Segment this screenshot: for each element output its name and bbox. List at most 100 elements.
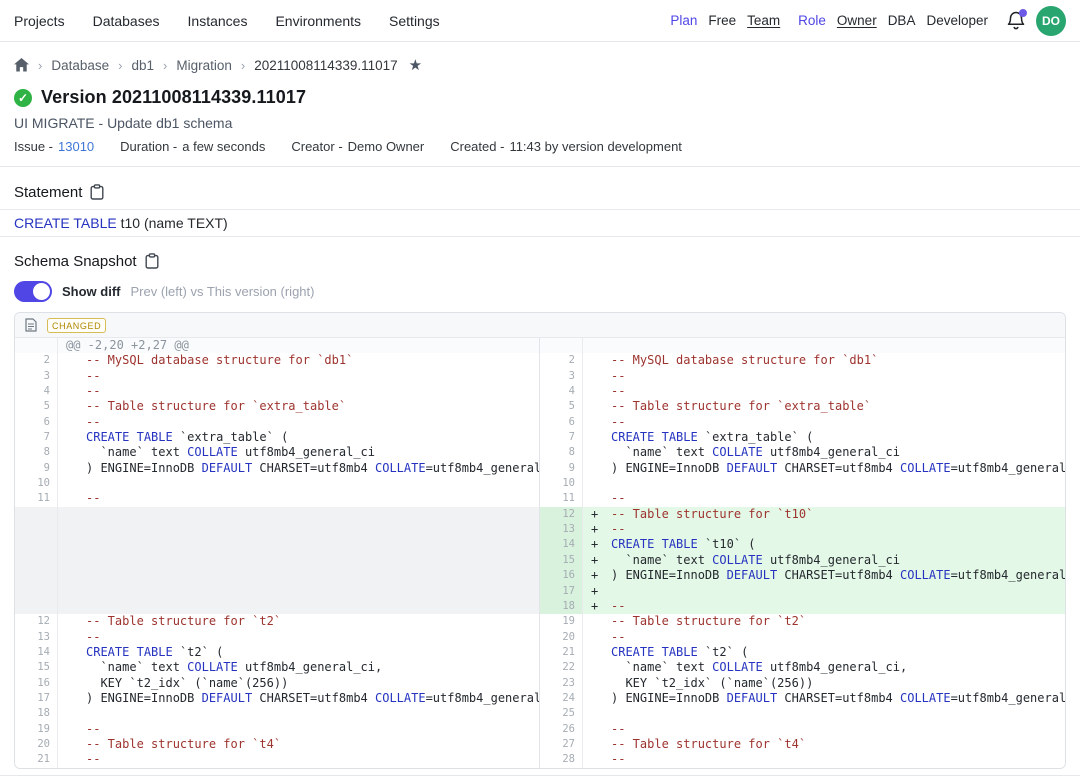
- line-number: 28: [540, 752, 583, 767]
- code-line: ) ENGINE=InnoDB DEFAULT CHARSET=utf8mb4 …: [58, 461, 539, 476]
- code-line: --: [58, 752, 539, 767]
- code-line: [58, 476, 539, 491]
- code-line: --: [583, 752, 1065, 767]
- notifications-button[interactable]: [1006, 10, 1026, 32]
- line-number: [15, 584, 58, 599]
- diff-row: 11 --11 --: [15, 491, 1065, 506]
- migration-subtitle: UI MIGRATE - Update db1 schema: [14, 115, 1066, 131]
- line-number: [15, 553, 58, 568]
- changed-status-badge: CHANGED: [47, 318, 106, 333]
- line-number: [15, 537, 58, 552]
- code-line: ) ENGINE=InnoDB DEFAULT CHARSET=utf8mb4 …: [583, 691, 1065, 706]
- line-number: 23: [540, 676, 583, 691]
- nav-projects[interactable]: Projects: [14, 13, 65, 29]
- code-line: -- Table structure for `t2`: [58, 614, 539, 629]
- diff-row: 14+CREATE TABLE `t10` (: [15, 537, 1065, 552]
- code-line: --: [583, 369, 1065, 384]
- line-number: 15: [15, 660, 58, 675]
- code-line: --: [583, 384, 1065, 399]
- code-line: --: [58, 630, 539, 645]
- chevron-icon: ›: [38, 58, 42, 73]
- snapshot-heading: Schema Snapshot: [14, 253, 137, 270]
- breadcrumb-database[interactable]: Database: [51, 58, 109, 73]
- line-number: 2: [15, 353, 58, 368]
- code-line: --: [58, 369, 539, 384]
- code-line: -- Table structure for `extra_table`: [58, 399, 539, 414]
- file-icon: [25, 318, 37, 332]
- line-number: 22: [540, 660, 583, 675]
- plan-option-team[interactable]: Team: [747, 13, 780, 28]
- meta-duration: Duration - a few seconds: [120, 139, 265, 154]
- meta-duration-value: a few seconds: [182, 139, 265, 154]
- bottom-divider: [0, 775, 1080, 776]
- star-icon[interactable]: ★: [409, 56, 422, 74]
- code-line: [58, 537, 539, 552]
- role-option-owner[interactable]: Owner: [837, 13, 877, 28]
- section-divider: [0, 166, 1080, 167]
- line-number: 3: [15, 369, 58, 384]
- code-line: -- Table structure for `t2`: [583, 614, 1065, 629]
- diff-row: 2 -- MySQL database structure for `db1`2…: [15, 353, 1065, 368]
- meta-created-label: Created -: [450, 139, 504, 154]
- nav-settings[interactable]: Settings: [389, 13, 440, 29]
- code-line: +: [583, 584, 1065, 599]
- home-icon[interactable]: [14, 58, 29, 72]
- meta-creator: Creator - Demo Owner: [291, 139, 424, 154]
- breadcrumb-db1[interactable]: db1: [131, 58, 154, 73]
- copy-statement-button[interactable]: [90, 184, 104, 200]
- code-line: [58, 522, 539, 537]
- code-line: --: [58, 415, 539, 430]
- statement-heading: Statement: [14, 184, 82, 201]
- code-line: [58, 599, 539, 614]
- code-line: [58, 568, 539, 583]
- plan-option-free[interactable]: Free: [708, 13, 736, 28]
- chevron-icon: ›: [163, 58, 167, 73]
- code-line: CREATE TABLE `t2` (: [58, 645, 539, 660]
- nav-environments[interactable]: Environments: [275, 13, 361, 29]
- line-number: 7: [540, 430, 583, 445]
- notification-dot: [1019, 9, 1027, 17]
- diff-row: 6 --6 --: [15, 415, 1065, 430]
- code-line: --: [58, 384, 539, 399]
- diff-orientation-hint: Prev (left) vs This version (right): [131, 284, 315, 299]
- avatar[interactable]: DO: [1036, 6, 1066, 36]
- line-number: 11: [540, 491, 583, 506]
- meta-creator-value: Demo Owner: [348, 139, 425, 154]
- line-number: 16: [540, 568, 583, 583]
- nav-databases[interactable]: Databases: [93, 13, 160, 29]
- issue-link[interactable]: 13010: [58, 139, 94, 154]
- main-nav: Projects Databases Instances Environment…: [14, 13, 440, 29]
- line-number: 5: [540, 399, 583, 414]
- code-line: KEY `t2_idx` (`name`(256)): [583, 676, 1065, 691]
- line-number: 19: [15, 722, 58, 737]
- meta-created: Created - 11:43 by version development: [450, 139, 682, 154]
- diff-row: 9 ) ENGINE=InnoDB DEFAULT CHARSET=utf8mb…: [15, 461, 1065, 476]
- line-number: 14: [540, 537, 583, 552]
- code-line: @@ -2,20 +2,27 @@: [58, 338, 539, 353]
- line-number: 18: [15, 706, 58, 721]
- role-switcher: Role Owner DBA Developer: [798, 13, 988, 28]
- line-number: 19: [540, 614, 583, 629]
- line-number: 13: [540, 522, 583, 537]
- code-line: --: [58, 722, 539, 737]
- diff-row: 18 25: [15, 706, 1065, 721]
- snapshot-section-head: Schema Snapshot: [14, 251, 1066, 271]
- code-line: +-- Table structure for `t10`: [583, 507, 1065, 522]
- diff-row: 10 10: [15, 476, 1065, 491]
- line-number: 16: [15, 676, 58, 691]
- role-option-developer[interactable]: Developer: [926, 13, 988, 28]
- line-number: 4: [540, 384, 583, 399]
- breadcrumb-migration[interactable]: Migration: [176, 58, 232, 73]
- diff-row: 8 `name` text COLLATE utf8mb4_general_ci…: [15, 445, 1065, 460]
- diff-row: 5 -- Table structure for `extra_table`5 …: [15, 399, 1065, 414]
- diff-header: CHANGED: [15, 313, 1065, 338]
- nav-right: Plan Free Team Role Owner DBA Developer …: [670, 6, 1066, 36]
- toggle-knob: [33, 283, 50, 300]
- diff-row: 12 -- Table structure for `t2`19 -- Tabl…: [15, 614, 1065, 629]
- role-option-dba[interactable]: DBA: [888, 13, 916, 28]
- copy-snapshot-button[interactable]: [145, 253, 159, 269]
- diff-row: 13+--: [15, 522, 1065, 537]
- show-diff-toggle[interactable]: [14, 281, 52, 302]
- nav-instances[interactable]: Instances: [188, 13, 248, 29]
- line-number: 9: [540, 461, 583, 476]
